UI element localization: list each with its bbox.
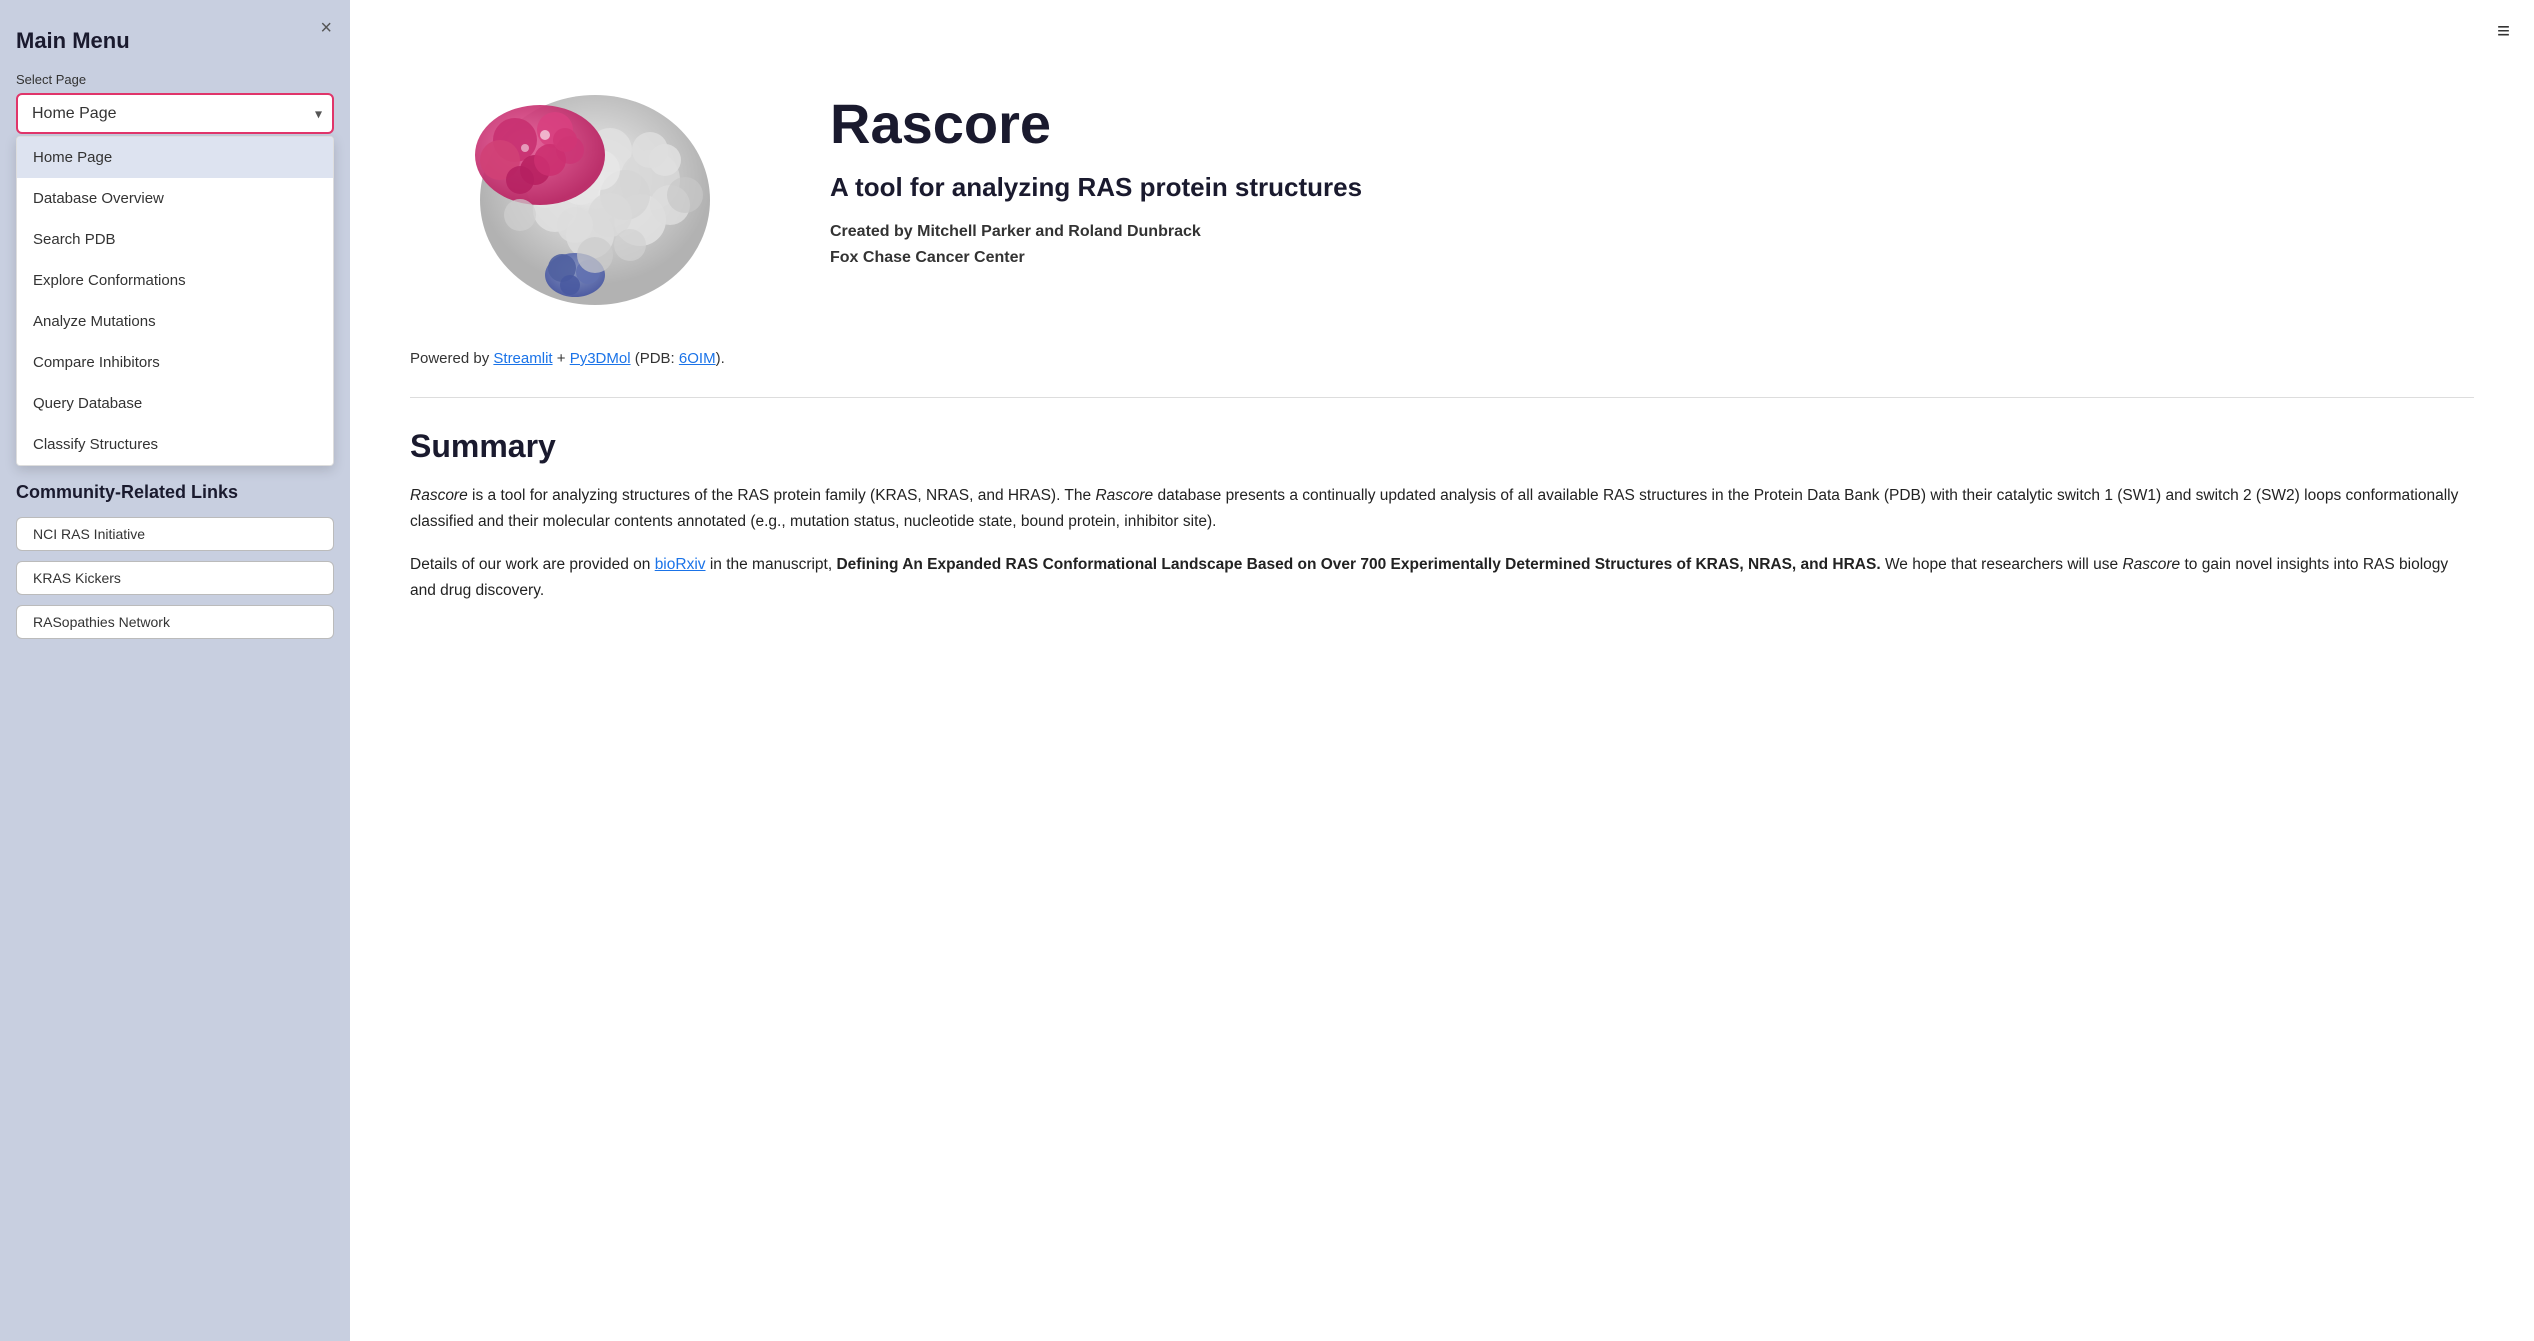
py3dmol-link[interactable]: Py3DMol [570, 350, 631, 367]
app-subtitle: A tool for analyzing RAS protein structu… [830, 171, 2474, 205]
community-link-kras[interactable]: KRAS Kickers [16, 561, 334, 595]
hero-section: Rascore A tool for analyzing RAS protein… [410, 40, 2474, 320]
dropdown-item-explore-conformations[interactable]: Explore Conformations [17, 260, 333, 301]
summary-paragraph-2: Details of our work are provided on bioR… [410, 552, 2474, 605]
app-title: Rascore [830, 93, 2474, 155]
dropdown-item-database-overview[interactable]: Database Overview [17, 178, 333, 219]
protein-image [410, 40, 770, 320]
dropdown-item-query-database[interactable]: Query Database [17, 383, 333, 424]
divider [410, 397, 2474, 398]
sidebar: × Main Menu Select Page Home Page ▾ Home… [0, 0, 350, 1341]
hamburger-button[interactable]: ≡ [2497, 18, 2510, 44]
close-button[interactable]: × [320, 18, 332, 38]
community-link-nci[interactable]: NCI RAS Initiative [16, 517, 334, 551]
dropdown-item-classify-structures[interactable]: Classify Structures [17, 424, 333, 465]
powered-by-text: Powered by Streamlit + Py3DMol (PDB: 6OI… [410, 350, 2474, 367]
dropdown-menu: Home Page Database Overview Search PDB E… [16, 136, 334, 466]
page-select-wrapper: Home Page ▾ [16, 93, 334, 134]
summary-title: Summary [410, 428, 2474, 465]
community-links-title: Community-Related Links [16, 482, 334, 503]
dropdown-item-search-pdb[interactable]: Search PDB [17, 219, 333, 260]
sidebar-title: Main Menu [16, 28, 334, 54]
dropdown-item-analyze-mutations[interactable]: Analyze Mutations [17, 301, 333, 342]
summary-paragraph-1: Rascore is a tool for analyzing structur… [410, 483, 2474, 536]
biorxiv-link[interactable]: bioRxiv [655, 556, 706, 573]
streamlit-link[interactable]: Streamlit [493, 350, 552, 367]
creator-info: Created by Mitchell Parker and Roland Du… [830, 223, 2474, 241]
community-link-rasopathies[interactable]: RASopathies Network [16, 605, 334, 639]
page-select[interactable]: Home Page [16, 93, 334, 134]
select-page-label: Select Page [16, 72, 334, 87]
main-content: ≡ [350, 0, 2534, 1341]
dropdown-item-compare-inhibitors[interactable]: Compare Inhibitors [17, 342, 333, 383]
institution-info: Fox Chase Cancer Center [830, 249, 2474, 267]
hero-text: Rascore A tool for analyzing RAS protein… [830, 93, 2474, 266]
dropdown-item-home[interactable]: Home Page [17, 137, 333, 178]
summary-section: Summary Rascore is a tool for analyzing … [410, 428, 2474, 604]
pdb-link[interactable]: 6OIM [679, 350, 716, 367]
